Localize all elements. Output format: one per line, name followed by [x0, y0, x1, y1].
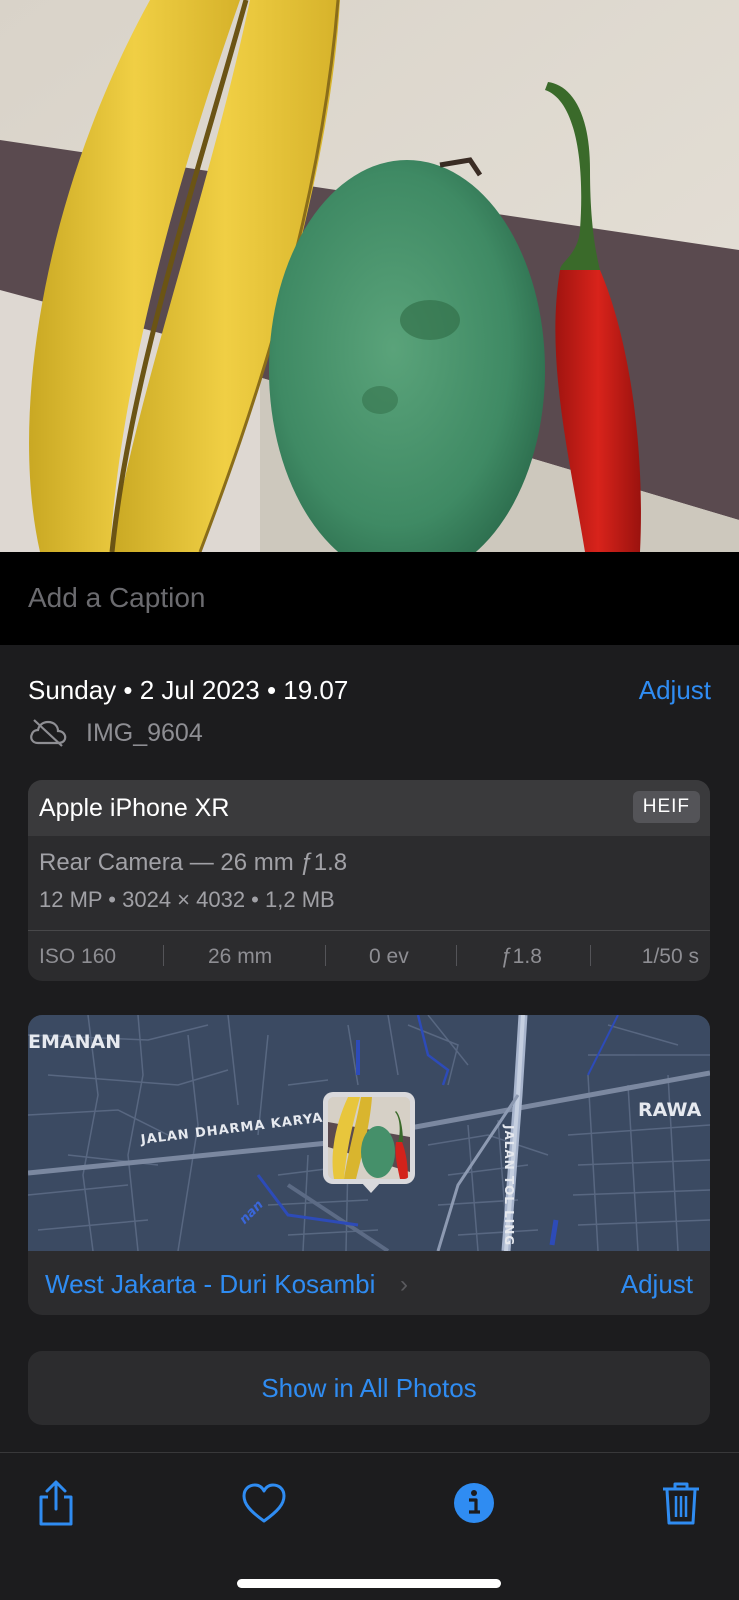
location-link[interactable]: West Jakarta - Duri Kosambi	[45, 1269, 375, 1300]
photo-image	[0, 0, 739, 552]
map-photo-pin[interactable]	[323, 1092, 415, 1184]
info-panel: Sunday • 2 Jul 2023 • 19.07 Adjust IMG_9…	[0, 645, 739, 1452]
show-in-all-photos-button[interactable]: Show in All Photos	[28, 1351, 710, 1425]
exif-iso: ISO 160	[39, 945, 117, 968]
date-row: Sunday • 2 Jul 2023 • 19.07 Adjust	[28, 675, 711, 709]
image-specs: 12 MP • 3024 × 4032 • 1,2 MB	[39, 887, 335, 912]
cloud-slash-icon	[30, 719, 67, 747]
trash-icon	[663, 1482, 699, 1525]
delete-button[interactable]	[655, 1477, 707, 1529]
exif-shutter: 1/50 s	[641, 945, 699, 968]
format-badge: HEIF	[632, 791, 700, 823]
adjust-location-button[interactable]: Adjust	[621, 1269, 693, 1300]
caption-field[interactable]: Add a Caption	[0, 552, 739, 645]
photo-date: Sunday • 2 Jul 2023 • 19.07	[28, 675, 349, 705]
heart-icon	[242, 1483, 286, 1523]
camera-card: Apple iPhone XR HEIF Rear Camera — 26 mm…	[28, 780, 710, 981]
divider	[163, 945, 164, 966]
share-icon	[39, 1480, 73, 1526]
map-card: EMANAN RAWA JALAN DHARMA KARYA JALAN TOL…	[28, 1015, 710, 1315]
lens-info: Rear Camera — 26 mm ƒ1.8	[39, 849, 348, 876]
exif-focal-length: 26 mm	[208, 945, 273, 968]
map-label-west: EMANAN	[28, 1031, 122, 1053]
chevron-right-icon: ›	[400, 1271, 408, 1298]
info-icon	[454, 1483, 494, 1523]
exif-exposure: 0 ev	[369, 945, 409, 968]
share-button[interactable]	[30, 1477, 82, 1529]
photo-viewer[interactable]	[0, 0, 739, 552]
camera-header: Apple iPhone XR HEIF	[28, 780, 710, 836]
caption-placeholder[interactable]: Add a Caption	[28, 582, 205, 614]
bottom-toolbar	[0, 1452, 739, 1600]
map-label-toll: JALAN TOL LING	[502, 1125, 516, 1247]
home-indicator	[237, 1579, 501, 1588]
divider	[456, 945, 457, 966]
file-name: IMG_9604	[86, 719, 203, 747]
camera-model: Apple iPhone XR	[39, 794, 230, 822]
pin-pointer	[361, 1182, 381, 1193]
divider	[325, 945, 326, 966]
divider	[590, 945, 591, 966]
pin-thumbnail	[328, 1097, 410, 1179]
info-button[interactable]	[448, 1477, 500, 1529]
map-view[interactable]: EMANAN RAWA JALAN DHARMA KARYA JALAN TOL…	[28, 1015, 710, 1251]
exif-row: ISO 160 26 mm 0 ev ƒ1.8 1/50 s	[28, 931, 710, 981]
location-row: West Jakarta - Duri Kosambi › Adjust	[28, 1251, 710, 1315]
adjust-date-button[interactable]: Adjust	[639, 675, 711, 706]
favorite-button[interactable]	[238, 1477, 290, 1529]
exif-aperture: ƒ1.8	[501, 945, 542, 968]
map-label-east: RAWA	[638, 1099, 702, 1121]
